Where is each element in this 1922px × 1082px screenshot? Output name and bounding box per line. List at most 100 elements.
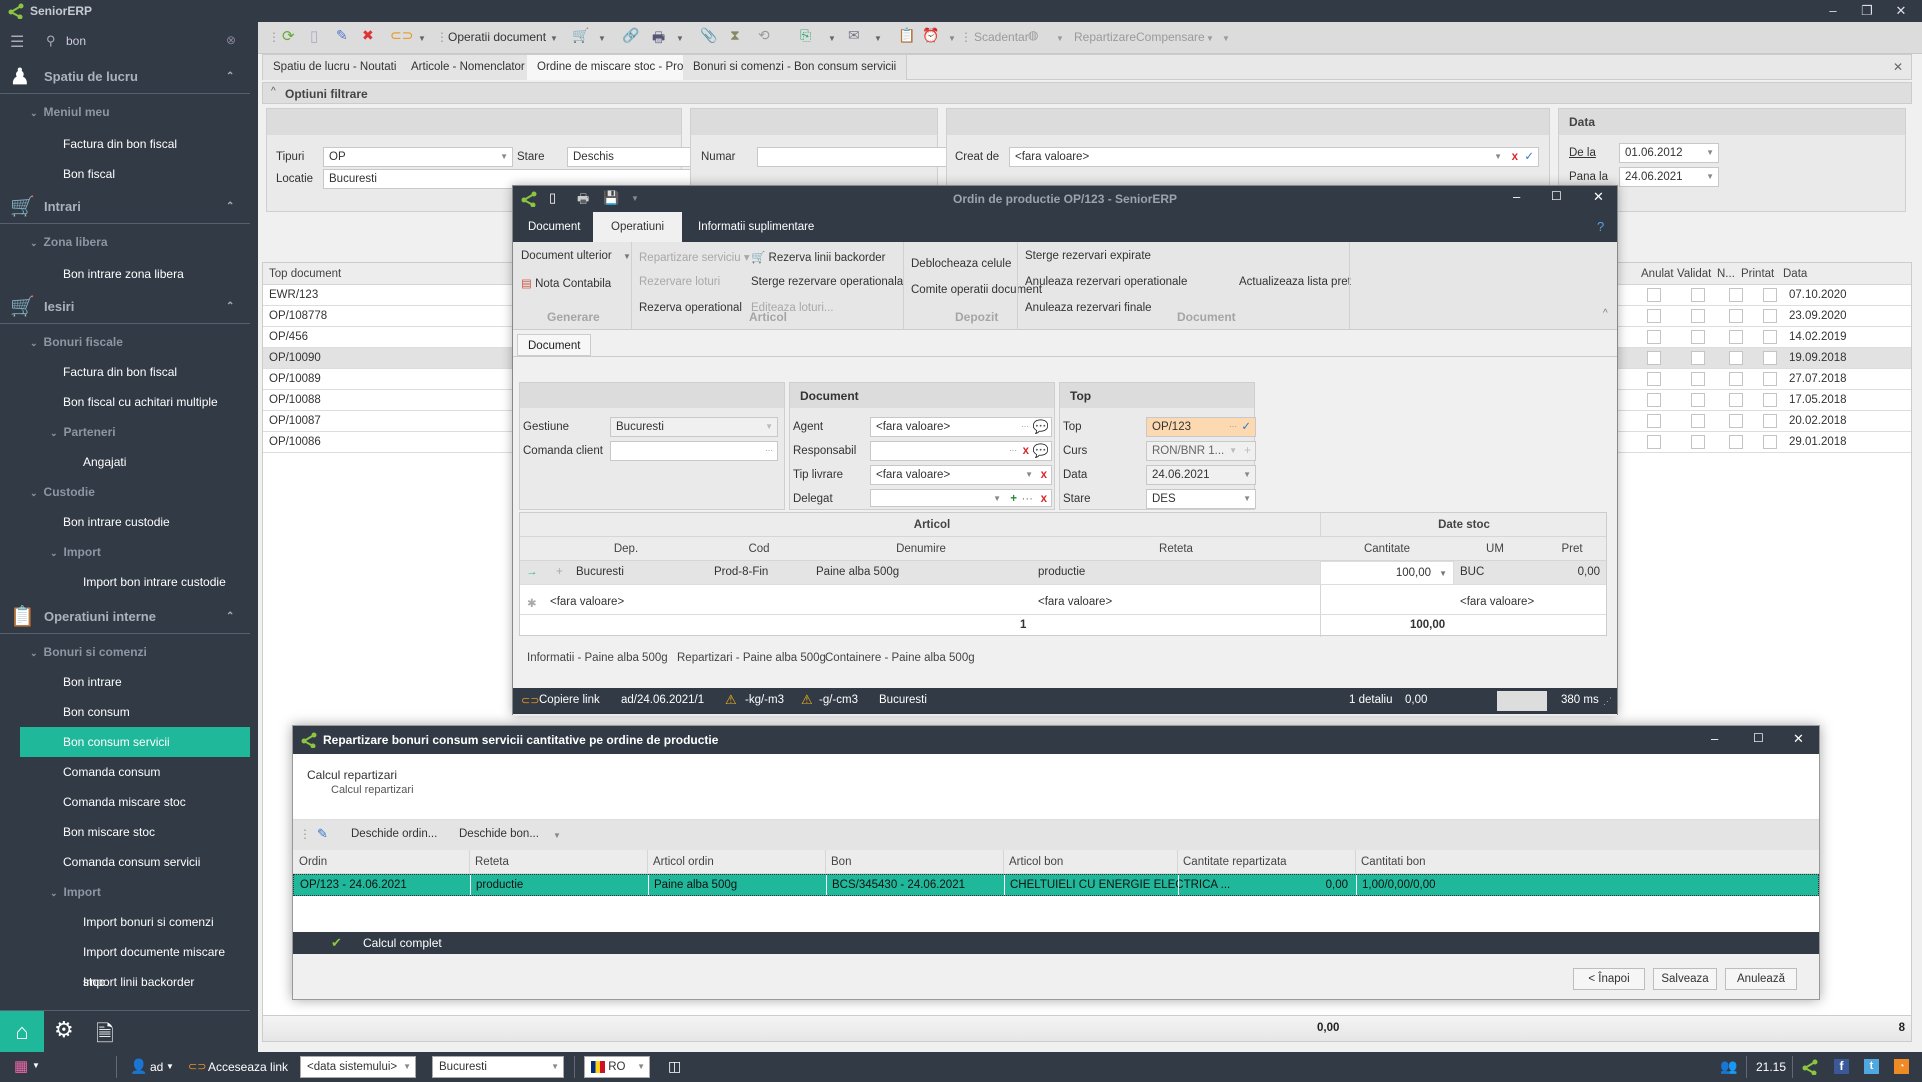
- curs-select[interactable]: RON/BNR 1... ▼ +: [1146, 441, 1256, 461]
- detail-tab-containere[interactable]: Containere - Paine alba 500g: [825, 652, 975, 664]
- sidebar-item-factura-bon-fiscal[interactable]: Factura din bon fiscal: [0, 129, 250, 159]
- wizard-col-header[interactable]: Cantitate repartizata: [1183, 856, 1287, 868]
- n-checkbox[interactable]: [1729, 309, 1743, 323]
- collapse-ribbon-icon[interactable]: ^: [1603, 308, 1608, 319]
- printat-checkbox[interactable]: [1763, 309, 1777, 323]
- sidebar-search-input[interactable]: bon: [66, 34, 86, 48]
- rezerva-operational-button[interactable]: Rezerva operational: [639, 302, 742, 314]
- panel-toggle-icon[interactable]: ◫: [668, 1058, 681, 1075]
- collapse-icon[interactable]: ⌃: [226, 190, 234, 224]
- sidebar-group-meniul-meu[interactable]: ⌄ Meniul meu: [0, 97, 250, 127]
- clipboard-check-icon[interactable]: 📋: [898, 27, 915, 44]
- save-icon[interactable]: 💾: [603, 190, 619, 206]
- sidebar-section-spatiu[interactable]: ♟ Spatiu de lucru ⌃: [0, 60, 250, 94]
- scadentar-button[interactable]: Scadentar: [974, 30, 1029, 44]
- validat-checkbox[interactable]: [1691, 372, 1705, 386]
- sidebar-item-import-linii-backorder[interactable]: Import linii backorder: [0, 967, 250, 997]
- anulat-checkbox[interactable]: [1647, 351, 1661, 365]
- article-row[interactable]: → + Bucuresti Prod-8-Fin Paine alba 500g…: [520, 561, 1606, 585]
- restore-button[interactable]: ❐: [1852, 3, 1882, 19]
- ribbon-tab-document[interactable]: Document: [513, 212, 595, 242]
- validat-checkbox[interactable]: [1691, 414, 1705, 428]
- validat-checkbox[interactable]: [1691, 393, 1705, 407]
- wizard-row[interactable]: OP/123 - 24.06.2021 productie Paine alba 5…: [293, 874, 1819, 896]
- comite-operatii-button[interactable]: Comite operatii document: [911, 284, 1042, 296]
- sidebar-item-bon-fiscal[interactable]: Bon fiscal: [0, 159, 250, 189]
- sterge-rezervare-operationala-button[interactable]: Sterge rezervare operationala: [751, 276, 903, 288]
- anulat-checkbox[interactable]: [1647, 330, 1661, 344]
- twitter-icon[interactable]: t: [1864, 1059, 1879, 1074]
- facebook-icon[interactable]: f: [1834, 1059, 1849, 1074]
- maximize-button[interactable]: ☐: [1753, 731, 1764, 745]
- dropdown-icon[interactable]: ▼: [553, 831, 561, 840]
- collapse-icon[interactable]: ⌃: [226, 290, 234, 324]
- sidebar-item-bon-consum[interactable]: Bon consum: [0, 697, 250, 727]
- link-icon[interactable]: ⊂⊃: [390, 27, 413, 44]
- sidebar-item-bon-intrare[interactable]: Bon intrare: [0, 667, 250, 697]
- cart-check-icon[interactable]: 🛒: [572, 27, 589, 44]
- close-button[interactable]: ✕: [1593, 189, 1604, 205]
- n-checkbox[interactable]: [1729, 414, 1743, 428]
- user-menu[interactable]: ad: [150, 1060, 163, 1074]
- sidebar-section-intrari[interactable]: 🛒 Intrari ⌃: [0, 190, 250, 224]
- sidebar-item-comanda-consum[interactable]: Comanda consum: [0, 757, 250, 787]
- printat-checkbox[interactable]: [1763, 372, 1777, 386]
- help-icon[interactable]: ?: [1597, 219, 1604, 234]
- apps-grid-icon[interactable]: ▦: [14, 1057, 28, 1075]
- deschide-bon-button[interactable]: Deschide bon...: [459, 828, 539, 840]
- sidebar-item-factura-bon-fiscal-2[interactable]: Factura din bon fiscal: [0, 357, 250, 387]
- tab-articole-nomenclator[interactable]: Articole - Nomenclator: [401, 55, 536, 80]
- save-button[interactable]: Salveaza: [1653, 968, 1717, 990]
- anulat-checkbox[interactable]: [1647, 288, 1661, 302]
- minimize-button[interactable]: –: [1513, 189, 1520, 204]
- tab-bon-consum-servicii[interactable]: Bonuri si comenzi - Bon consum servicii: [683, 55, 908, 80]
- repartizare-serviciu-button[interactable]: Repartizare serviciu ▾: [639, 250, 750, 264]
- anulat-checkbox[interactable]: [1647, 414, 1661, 428]
- detail-tab-repartizari[interactable]: Repartizari - Paine alba 500g: [677, 652, 826, 664]
- pana-la-date-input[interactable]: 24.06.2021 ▼: [1619, 167, 1719, 187]
- sterge-rezervari-expirate-button[interactable]: Sterge rezervari expirate: [1025, 250, 1151, 262]
- chain-link-icon[interactable]: 🔗: [622, 27, 639, 44]
- data-sistem-select[interactable]: <data sistemului> ▼: [300, 1056, 416, 1078]
- anuleaza-rezervari-finale-button[interactable]: Anuleaza rezervari finale: [1025, 302, 1152, 314]
- sidebar-section-iesiri[interactable]: 🛒 Iesiri ⌃: [0, 290, 250, 324]
- anulat-checkbox[interactable]: [1647, 309, 1661, 323]
- sidebar-group-parteneri[interactable]: ⌄ Parteneri: [0, 417, 250, 447]
- delegat-select[interactable]: ▼ + ··· x: [870, 489, 1052, 507]
- collapse-icon[interactable]: ⌃: [226, 600, 234, 634]
- hamburger-menu-icon[interactable]: ☰: [10, 32, 24, 52]
- link-dropdown-icon[interactable]: ▼: [418, 34, 426, 43]
- copy-document-icon[interactable]: ⎘: [800, 27, 811, 44]
- printat-checkbox[interactable]: [1763, 435, 1777, 449]
- actualizeaza-lista-pret-button[interactable]: Actualizeaza lista pret: [1239, 276, 1351, 288]
- responsabil-select[interactable]: ··· x 💬: [870, 441, 1052, 461]
- de-la-date-input[interactable]: 01.06.2012 ▼: [1619, 143, 1719, 163]
- sync-icon[interactable]: ⟲: [758, 27, 770, 44]
- sidebar-item-comanda-consum-servicii[interactable]: Comanda consum servicii: [0, 847, 250, 877]
- new-icon[interactable]: ▯: [549, 190, 556, 206]
- sidebar-group-custodie[interactable]: ⌄ Custodie: [0, 477, 250, 507]
- alarm-clock-icon[interactable]: ⏰: [922, 27, 939, 44]
- attachment-icon[interactable]: 📎: [700, 27, 717, 44]
- dropdown-icon[interactable]: ▼: [598, 34, 606, 43]
- sidebar-section-operatiuni-interne[interactable]: 📋 Operatiuni interne ⌃: [0, 600, 250, 634]
- dropdown-icon[interactable]: ▼: [1056, 34, 1064, 43]
- dropdown-icon[interactable]: ▼: [1206, 34, 1214, 43]
- operatii-document-menu[interactable]: Operatii document: [448, 30, 546, 44]
- print-icon[interactable]: 🖶: [652, 27, 665, 51]
- new-article-row[interactable]: ✱ <fara valoare> <fara valoare> <fara va…: [520, 591, 1606, 615]
- close-button[interactable]: ✕: [1886, 3, 1916, 19]
- close-tab-icon[interactable]: ✕: [1893, 60, 1903, 74]
- clear-search-icon[interactable]: ⊗: [226, 33, 236, 47]
- sidebar-item-import-documente-miscare[interactable]: Import documente miscare stoc: [0, 937, 250, 989]
- edit-pencil-icon[interactable]: ✎: [336, 27, 348, 44]
- sidebar-group-bonuri-si-comenzi[interactable]: ⌄ Bonuri si comenzi: [0, 637, 250, 667]
- anulat-checkbox[interactable]: [1647, 372, 1661, 386]
- n-checkbox[interactable]: [1729, 351, 1743, 365]
- rss-icon[interactable]: ◔: [1894, 1059, 1909, 1074]
- resize-grip-icon[interactable]: ⋰: [1603, 696, 1612, 707]
- close-button[interactable]: ✕: [1793, 731, 1804, 747]
- document-ulterior-button[interactable]: Document ulterior ▼: [521, 250, 631, 262]
- tip-livrare-select[interactable]: <fara valoare> ▼ x: [870, 465, 1052, 485]
- delete-icon[interactable]: ✖: [362, 27, 374, 44]
